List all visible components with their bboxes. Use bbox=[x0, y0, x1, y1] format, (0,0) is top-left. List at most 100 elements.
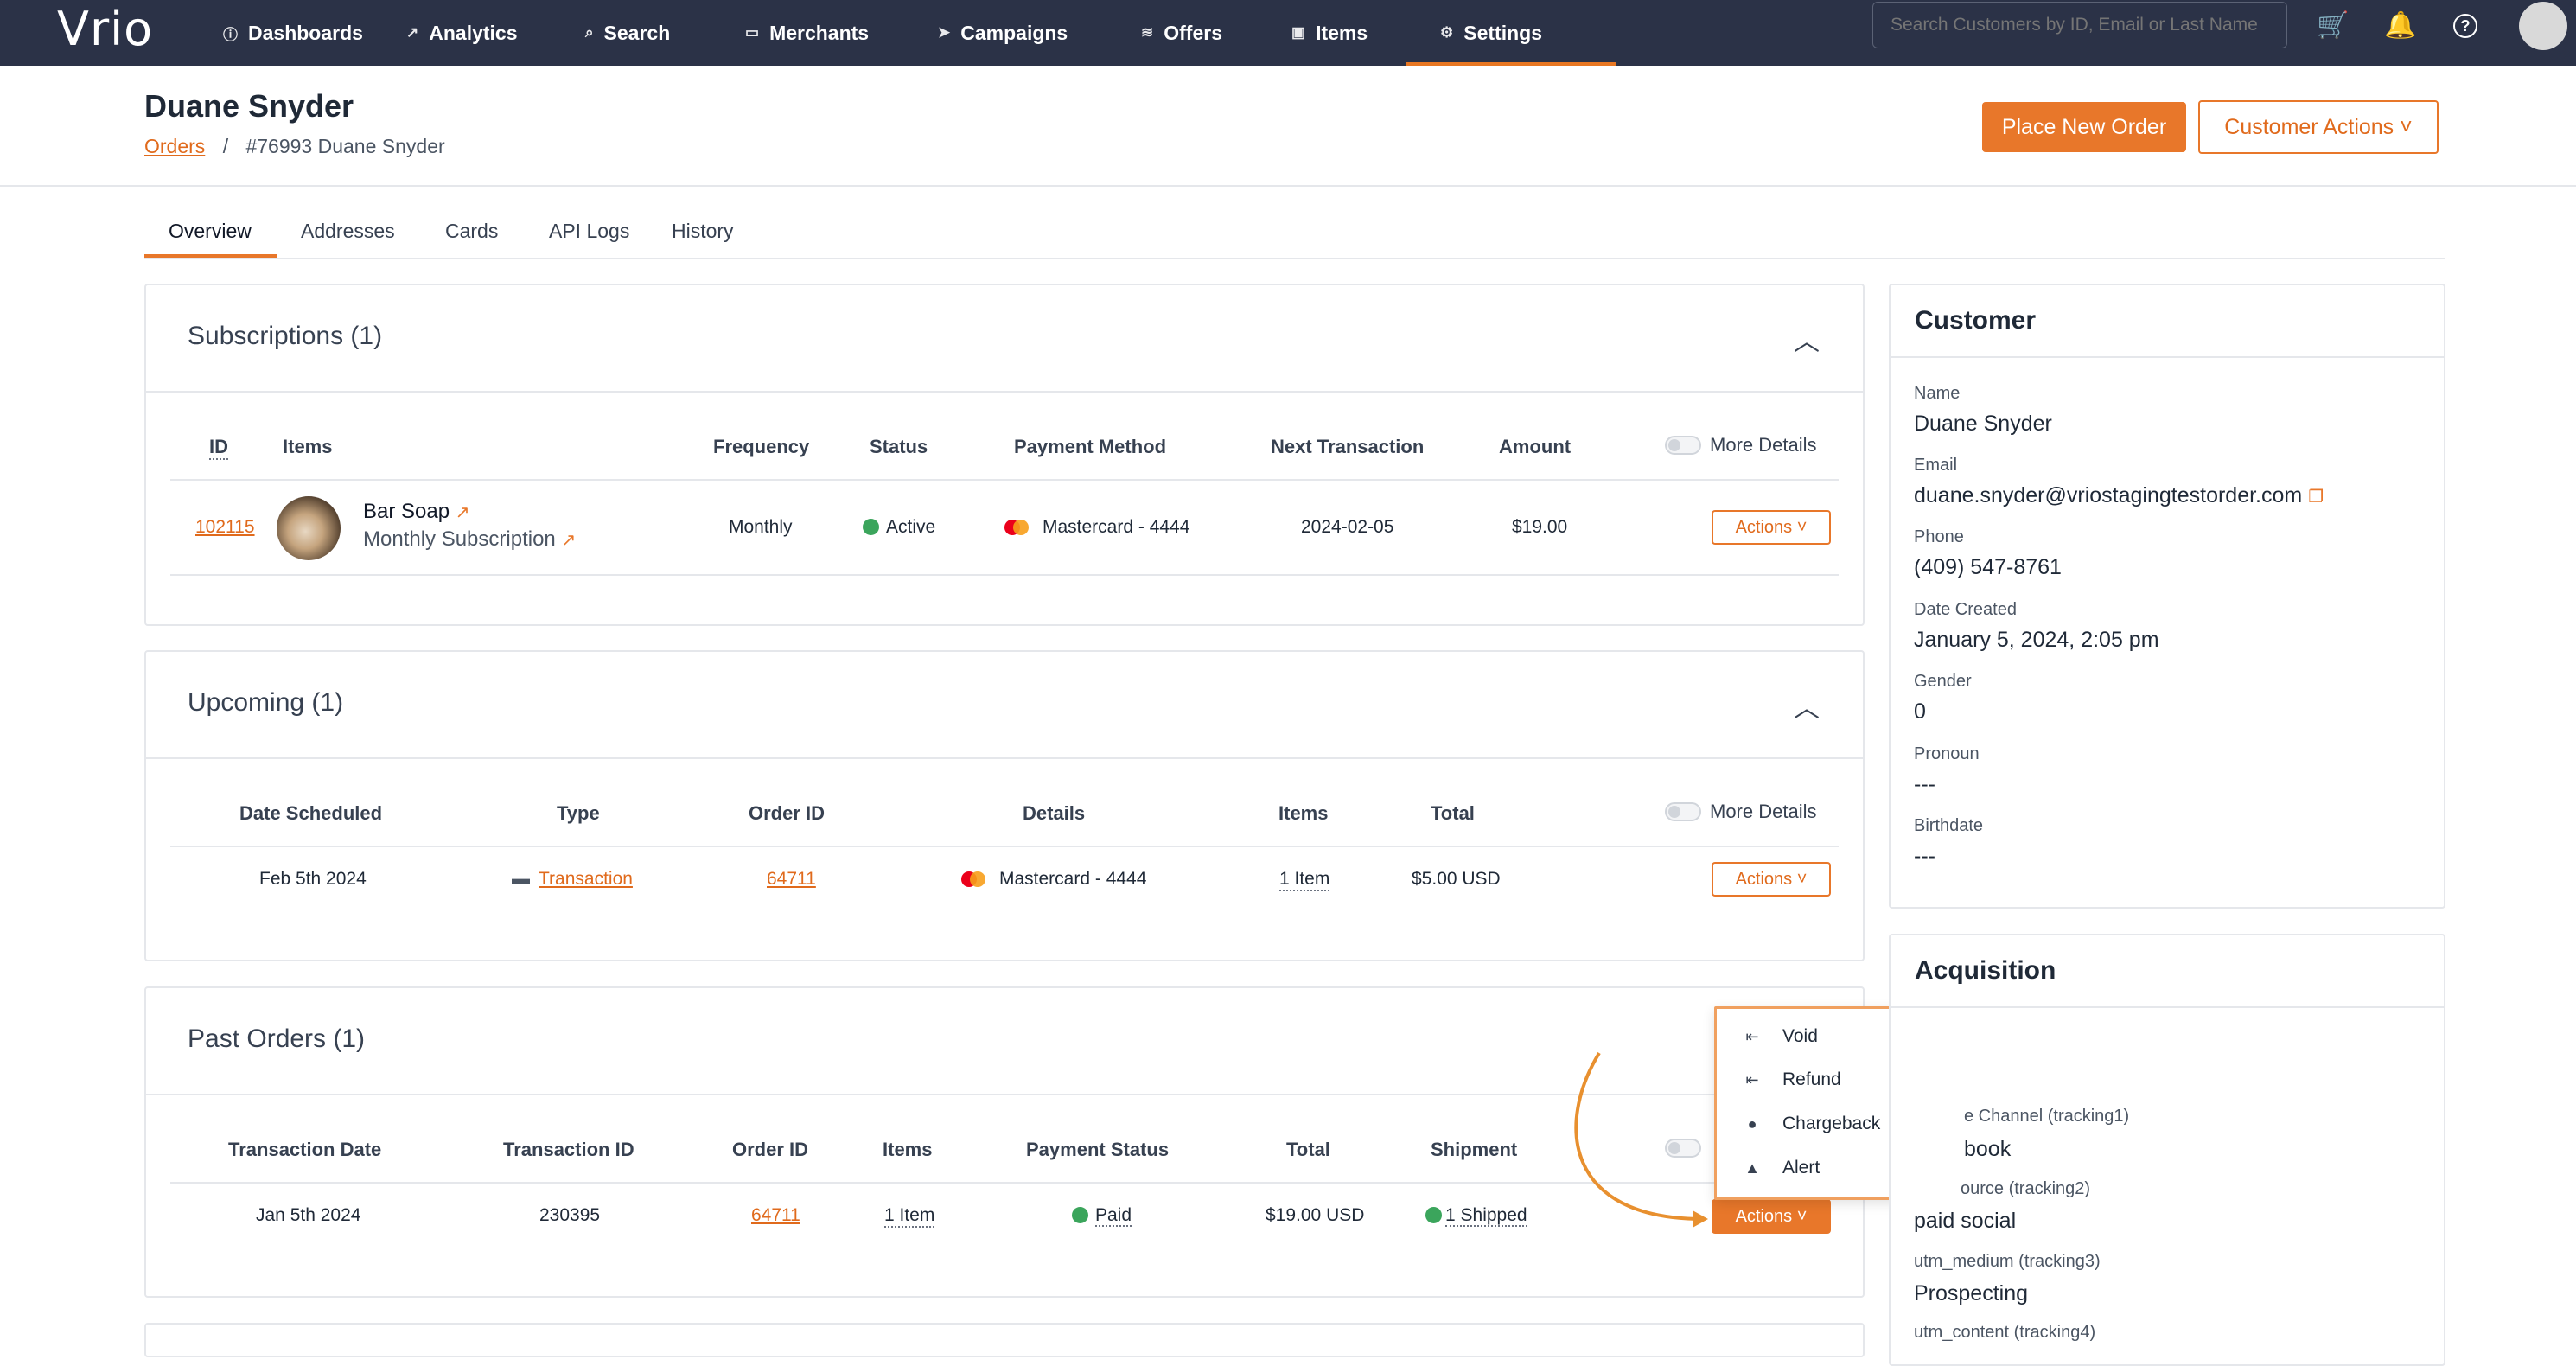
transaction-date-value: Jan 5th 2024 bbox=[256, 1205, 361, 1225]
gear-icon: ⚙ bbox=[1440, 24, 1454, 41]
divider bbox=[146, 757, 1863, 759]
nav-offers[interactable]: ≋ Offers bbox=[1141, 0, 1222, 66]
help-icon[interactable]: ? bbox=[2453, 14, 2477, 38]
type-text: Transaction bbox=[539, 869, 633, 889]
source-value: paid social bbox=[1914, 1209, 2017, 1233]
subscriptions-title: Subscriptions (1) bbox=[188, 322, 383, 350]
breadcrumb: Orders / #76993 Duane Snyder bbox=[144, 135, 445, 158]
nav-label: Settings bbox=[1463, 21, 1542, 44]
card-icon: ▬ bbox=[512, 869, 530, 889]
info-icon: ⓘ bbox=[223, 26, 238, 43]
nav-dashboards[interactable]: ⓘ Dashboards bbox=[223, 0, 363, 66]
menu-item-void[interactable]: ⇤ Void bbox=[1741, 1026, 1817, 1047]
tab-api-logs[interactable]: API Logs bbox=[549, 220, 629, 243]
top-navigation-bar: Vrio ⓘ Dashboards ↗ Analytics ⌕ Search ▭ Mer… bbox=[0, 0, 2576, 66]
channel-label: e Channel (tracking1) bbox=[1964, 1107, 2130, 1126]
birthdate-label: Birthdate bbox=[1914, 816, 1984, 835]
nav-items[interactable]: ▣ Items bbox=[1291, 0, 1368, 66]
nav-analytics[interactable]: ↗ Analytics bbox=[406, 0, 518, 66]
tab-history[interactable]: History bbox=[672, 220, 734, 243]
col-total: Total bbox=[1286, 1139, 1330, 1160]
tab-addresses[interactable]: Addresses bbox=[301, 220, 395, 243]
col-status: Status bbox=[870, 436, 928, 457]
birthdate-value: --- bbox=[1914, 844, 1935, 868]
nav-search[interactable]: ⌕ Search bbox=[585, 0, 670, 66]
upcoming-title: Upcoming (1) bbox=[188, 688, 344, 717]
tab-cards[interactable]: Cards bbox=[445, 220, 498, 243]
order-id-link[interactable]: 64711 bbox=[751, 1205, 800, 1226]
nav-campaigns[interactable]: ➤ Campaigns bbox=[938, 0, 1068, 66]
amount-value: $19.00 bbox=[1512, 517, 1568, 537]
col-transaction-id: Transaction ID bbox=[503, 1139, 634, 1160]
items-count[interactable]: 1 Item bbox=[1279, 869, 1330, 891]
avatar[interactable] bbox=[2519, 2, 2567, 50]
col-date-scheduled: Date Scheduled bbox=[239, 802, 383, 824]
col-shipment: Shipment bbox=[1431, 1139, 1518, 1160]
items-count[interactable]: 1 Item bbox=[884, 1205, 935, 1228]
item-name-link[interactable]: Bar Soap ↗ bbox=[363, 500, 470, 524]
nav-merchants[interactable]: ▭ Merchants bbox=[745, 0, 869, 66]
channel-value: book bbox=[1964, 1137, 2012, 1161]
copy-icon[interactable]: ❐ bbox=[2308, 488, 2324, 507]
bell-icon[interactable]: 🔔 bbox=[2384, 10, 2416, 41]
tab-bar: Overview Addresses Cards API Logs Histor… bbox=[144, 213, 2445, 259]
gender-value: 0 bbox=[1914, 699, 1926, 724]
more-details-toggle[interactable] bbox=[1665, 802, 1701, 821]
customer-actions-button[interactable]: Customer Actions ˅ bbox=[2198, 100, 2439, 154]
pronoun-label: Pronoun bbox=[1914, 744, 1980, 763]
divider bbox=[170, 846, 1839, 847]
box-icon: ▣ bbox=[1291, 24, 1306, 41]
date-created-label: Date Created bbox=[1914, 600, 2017, 619]
menu-item-chargeback[interactable]: ● Chargeback bbox=[1741, 1114, 1881, 1134]
customer-search-input[interactable] bbox=[1872, 2, 2287, 48]
transaction-type-link[interactable]: ▬ Transaction bbox=[512, 869, 633, 890]
payment-status-text: Paid bbox=[1095, 1205, 1132, 1227]
transaction-id-value: 230395 bbox=[539, 1205, 601, 1225]
exclamation-circle-icon: ● bbox=[1747, 1114, 1757, 1133]
nav-label: Campaigns bbox=[960, 21, 1068, 44]
upcoming-actions-button[interactable]: Actions ˅ bbox=[1712, 862, 1831, 897]
payment-status-badge[interactable]: Paid bbox=[1072, 1205, 1132, 1227]
shipment-status[interactable]: 1 Shipped bbox=[1425, 1205, 1527, 1227]
page-header: Duane Snyder Orders / #76993 Duane Snyde… bbox=[0, 66, 2576, 187]
nav-label: Merchants bbox=[769, 21, 870, 44]
collapse-icon[interactable]: ︿ bbox=[1794, 320, 1820, 358]
divider bbox=[170, 574, 1839, 576]
order-id-link[interactable]: 64711 bbox=[767, 869, 816, 890]
source-label: ource (tracking2) bbox=[1961, 1179, 2091, 1198]
item-subtitle-link[interactable]: Monthly Subscription ↗ bbox=[363, 527, 576, 552]
col-details: Details bbox=[1023, 802, 1086, 824]
upcoming-card: Upcoming (1) ︿ bbox=[144, 650, 1865, 961]
mastercard-icon bbox=[958, 870, 989, 889]
acquisition-title: Acquisition bbox=[1915, 956, 2056, 985]
divider bbox=[146, 391, 1863, 393]
shipment-text: 1 Shipped bbox=[1445, 1205, 1527, 1227]
customer-phone: (409) 547-8761 bbox=[1914, 555, 2062, 579]
external-link-icon[interactable]: ↗ bbox=[456, 503, 470, 522]
breadcrumb-orders-link[interactable]: Orders bbox=[144, 135, 205, 157]
search-icon: ⌕ bbox=[585, 24, 594, 41]
tab-overview[interactable]: Overview bbox=[169, 220, 252, 243]
external-link-icon[interactable]: ↗ bbox=[561, 531, 576, 550]
name-label: Name bbox=[1914, 384, 1961, 403]
col-type: Type bbox=[557, 802, 600, 824]
divider bbox=[1891, 356, 2444, 358]
status-dot-icon bbox=[863, 519, 879, 535]
past-order-actions-button[interactable]: Actions ˅ bbox=[1712, 1199, 1831, 1234]
more-details-toggle[interactable] bbox=[1665, 436, 1701, 455]
collapse-icon[interactable]: ︿ bbox=[1794, 686, 1820, 724]
cart-icon[interactable]: 🛒 bbox=[2317, 10, 2349, 41]
more-details-label: More Details bbox=[1710, 434, 1817, 456]
place-new-order-button[interactable]: Place New Order bbox=[1982, 102, 2186, 152]
medium-value: Prospecting bbox=[1914, 1281, 2029, 1305]
col-next-transaction: Next Transaction bbox=[1271, 436, 1425, 457]
vrio-logo[interactable]: Vrio bbox=[57, 2, 153, 56]
subscription-actions-button[interactable]: Actions ˅ bbox=[1712, 510, 1831, 545]
phone-label: Phone bbox=[1914, 527, 1964, 546]
subscription-id-link[interactable]: 102115 bbox=[195, 517, 255, 538]
active-tab-indicator bbox=[144, 254, 277, 258]
menu-item-refund[interactable]: ⇤ Refund bbox=[1741, 1069, 1840, 1090]
nav-settings[interactable]: ⚙ Settings bbox=[1406, 0, 1616, 66]
layers-icon: ≋ bbox=[1141, 24, 1154, 41]
menu-item-alert[interactable]: ▲ Alert bbox=[1741, 1158, 1820, 1178]
